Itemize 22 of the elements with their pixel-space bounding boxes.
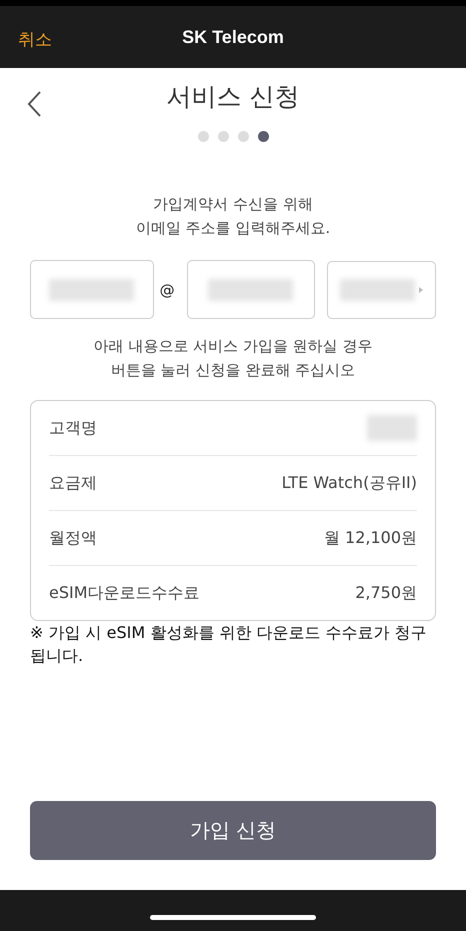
email-instruction: 가입계약서 수신을 위해 이메일 주소를 입력해주세요. <box>134 194 332 239</box>
submit-button[interactable]: 가입 신청 <box>30 801 436 860</box>
summary-label: 월정액 <box>49 528 97 548</box>
fee-notice: ※ 가입 시 eSIM 활성화를 위한 다운로드 수수료가 청구됩니다. <box>30 622 428 667</box>
back-button[interactable] <box>26 90 42 118</box>
email-input-field[interactable] <box>186 260 316 319</box>
cancel-button[interactable]: 취소 <box>18 28 52 51</box>
summary-value: 2,750원 <box>355 582 417 604</box>
app-title: SK Telecom <box>182 26 284 48</box>
back-chevron-icon <box>26 90 42 118</box>
email-input-field[interactable] <box>30 260 154 319</box>
summary-label: eSIM다운로드수수료 <box>49 582 200 604</box>
summary-value: LTE Watch(공유II) <box>282 472 417 494</box>
summary-label: 요금제 <box>49 472 97 494</box>
email-domain-dropdown[interactable] <box>327 260 436 318</box>
at-sign: @ <box>160 280 175 298</box>
summary-label: 고객명 <box>49 418 97 438</box>
confirmation-instruction: 아래 내용으로 서비스 가입을 원하실 경우 버튼을 눌러 신청을 완료해 주십시오 <box>92 336 374 381</box>
caret-icon <box>419 286 424 292</box>
summary-value: 월 12,100원 <box>324 528 417 548</box>
page-title: 서비스 신청 <box>166 81 300 113</box>
blurred-text <box>367 415 417 441</box>
